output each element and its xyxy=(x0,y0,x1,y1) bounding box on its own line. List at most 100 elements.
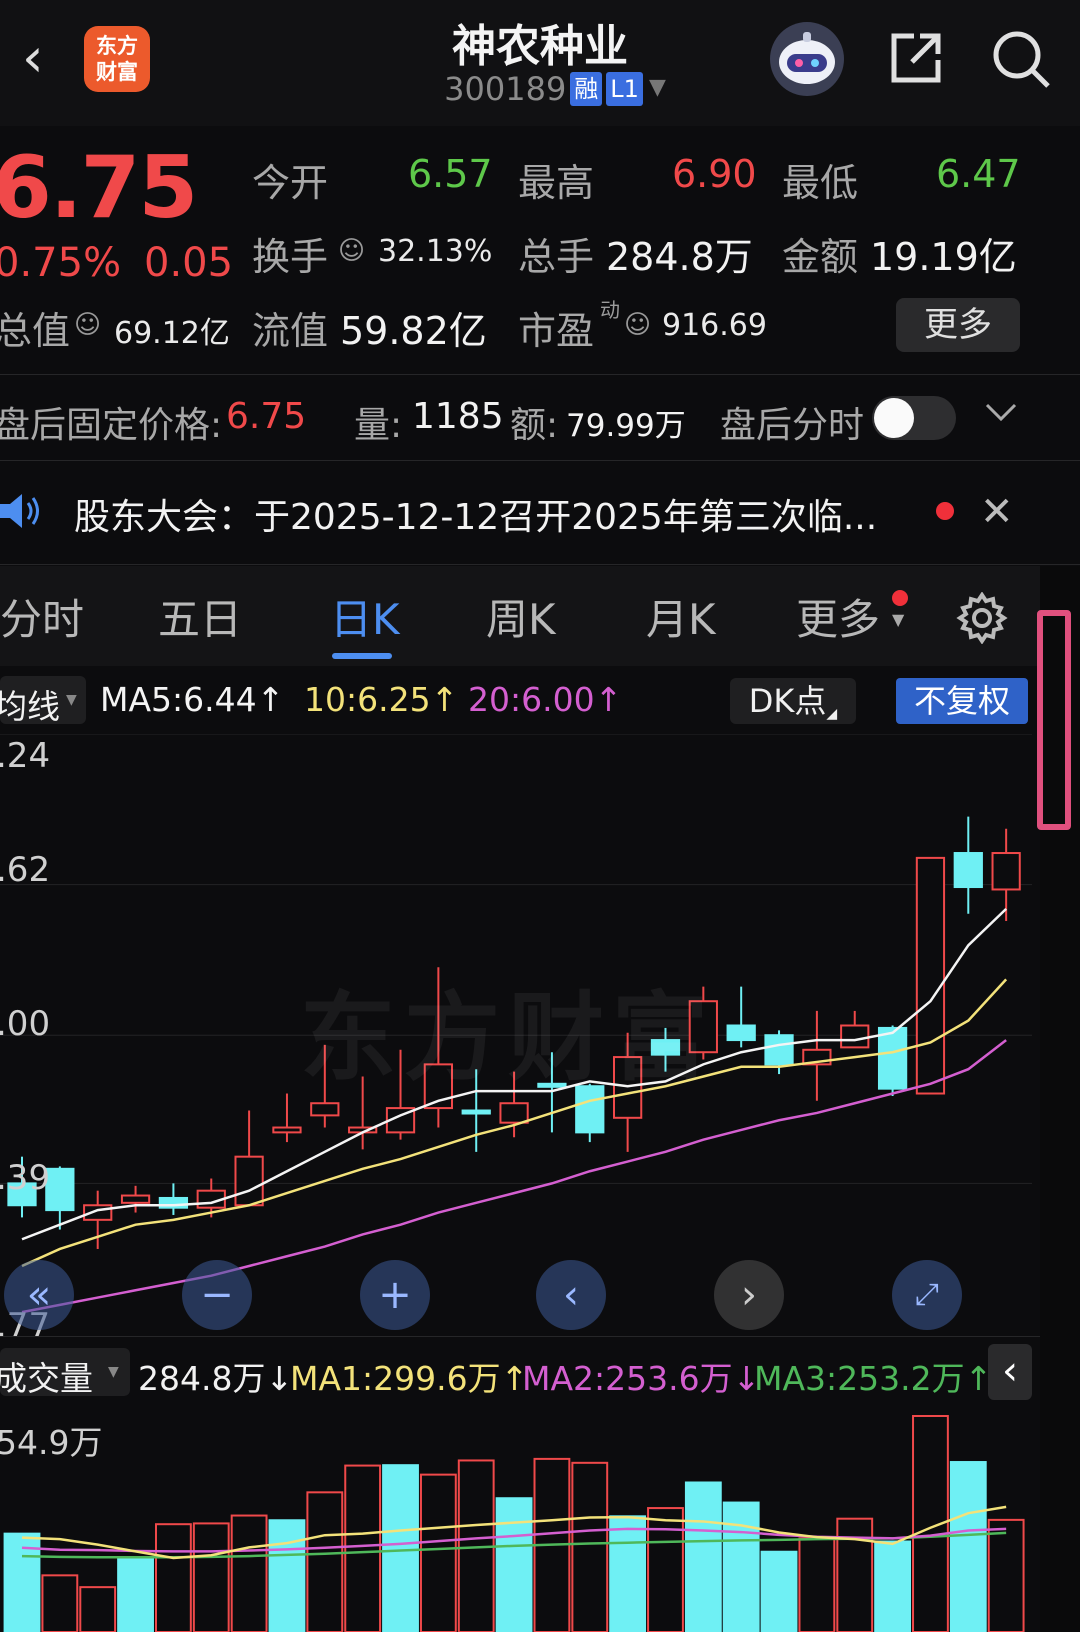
volume-bar xyxy=(760,1550,798,1632)
change-value: 0.05 xyxy=(144,240,234,286)
stock-code-line[interactable]: 300189 融 L1 ▼ xyxy=(390,70,720,108)
candle xyxy=(764,1034,794,1066)
tab-more-dot xyxy=(892,590,908,606)
pe-superscript: 动 xyxy=(600,298,620,322)
after-hours-price: 6.75 xyxy=(226,396,307,437)
candle xyxy=(120,1194,151,1204)
collapse-panel-button[interactable]: ‹ xyxy=(988,1344,1032,1400)
caret-down-icon: ▼ xyxy=(108,1364,119,1380)
amount-value: 19.19亿 xyxy=(870,235,1017,279)
divider xyxy=(0,1336,1040,1337)
chevron-down-icon[interactable] xyxy=(984,400,1018,428)
volume-bar xyxy=(192,1522,230,1632)
float-label: 流值 xyxy=(252,309,329,353)
float-value: 59.82亿 xyxy=(340,309,487,353)
margin-tag: 融 xyxy=(570,72,603,106)
volume-bar xyxy=(154,1523,192,1632)
volume-bar xyxy=(647,1507,684,1632)
unread-dot xyxy=(936,502,954,520)
volume-bar xyxy=(41,1574,79,1632)
info-icon[interactable]: ☺ xyxy=(338,236,365,266)
app-logo[interactable]: 东方 财富 xyxy=(84,26,150,92)
high-label: 最高 xyxy=(518,161,595,205)
volume-bar xyxy=(949,1461,987,1632)
volume-value: 284.8万 xyxy=(606,235,753,279)
divider xyxy=(0,564,1080,565)
volume-bar xyxy=(382,1464,419,1632)
watermark: 东方财富 xyxy=(300,982,716,1094)
stock-code: 300189 xyxy=(444,70,567,108)
stock-name: 神农种业 xyxy=(452,21,628,72)
share-icon[interactable] xyxy=(888,30,944,86)
turnover-label: 换手 xyxy=(252,235,329,279)
zoom-in-icon[interactable]: + xyxy=(360,1260,430,1330)
ma20-value: 20:6.00↑ xyxy=(468,680,623,719)
ma10-value: 10:6.25↑ xyxy=(304,680,459,719)
candle xyxy=(310,1102,340,1117)
next-icon[interactable]: › xyxy=(714,1260,784,1330)
gear-icon[interactable] xyxy=(956,591,1008,648)
volume-label: 总手 xyxy=(518,235,595,279)
speaker-icon xyxy=(0,488,46,538)
zoom-out-icon[interactable]: − xyxy=(182,1260,252,1330)
prev-icon[interactable]: ‹ xyxy=(536,1260,606,1330)
scroll-handle[interactable] xyxy=(1037,610,1071,830)
fullscreen-icon[interactable]: ⤢ xyxy=(892,1260,962,1330)
active-tab-indicator xyxy=(332,653,392,659)
info-icon[interactable]: ☺ xyxy=(74,310,101,340)
open-label: 今开 xyxy=(252,161,329,205)
tab-daily-k[interactable]: 日K xyxy=(330,586,400,647)
candle xyxy=(726,1024,756,1042)
volume-bar xyxy=(419,1473,457,1632)
turnover-value: 32.13% xyxy=(378,234,493,269)
volume-bar xyxy=(344,1464,382,1632)
tab-weekly-k[interactable]: 周K xyxy=(486,586,556,647)
volume-bar xyxy=(874,1540,912,1632)
mktcap-label: 总值 xyxy=(0,309,71,353)
price-axis-label: .39 xyxy=(0,1158,51,1198)
candle xyxy=(915,856,946,1095)
chevron-left-icon[interactable]: ‹ xyxy=(22,30,62,86)
tab-monthly-k[interactable]: 月K xyxy=(646,586,716,647)
close-icon[interactable]: ✕ xyxy=(980,490,1014,534)
caret-down-icon: ▼ xyxy=(892,610,905,629)
divider xyxy=(0,374,1080,375)
candle xyxy=(840,1024,870,1049)
level-tag: L1 xyxy=(606,72,643,106)
double-left-icon[interactable]: « xyxy=(4,1260,74,1330)
mktcap-value: 69.12亿 xyxy=(114,316,230,351)
candle xyxy=(461,1109,491,1115)
volume-chart[interactable] xyxy=(0,1404,1032,1632)
candle xyxy=(877,1026,908,1090)
search-icon[interactable] xyxy=(990,28,1052,90)
robot-avatar-icon[interactable] xyxy=(770,22,844,96)
notice-text[interactable]: 股东大会：于2025-12-12召开2025年第三次临... xyxy=(74,488,924,540)
ma5-value: MA5:6.44↑ xyxy=(100,680,285,719)
volume-bar xyxy=(79,1586,117,1632)
volume-bar xyxy=(571,1461,609,1632)
volume-bar xyxy=(722,1501,760,1632)
price-axis-label: .24 xyxy=(0,736,51,776)
high-value: 6.90 xyxy=(672,152,757,196)
volume-value: 284.8万↓ xyxy=(138,1359,294,1398)
volume-ma1: MA1:299.6万↑ xyxy=(290,1359,529,1398)
pe-label: 市盈 xyxy=(518,309,595,353)
volume-bar xyxy=(495,1497,533,1632)
volume-indicator-label: 成交量 xyxy=(0,1359,93,1398)
change-percent: 0.75% xyxy=(0,240,122,286)
after-hours-vol-label: 量: xyxy=(354,405,403,446)
tab-five-day[interactable]: 五日 xyxy=(158,586,242,647)
adjust-button[interactable]: 不复权 xyxy=(896,678,1028,724)
amount-label: 金额 xyxy=(782,235,859,279)
dk-point-button[interactable]: DK点◢ xyxy=(730,678,856,724)
volume-bar xyxy=(230,1514,268,1632)
after-hours-label: 盘后固定价格: xyxy=(0,405,223,446)
tab-intraday[interactable]: 分时 xyxy=(0,586,84,647)
more-button[interactable]: 更多 xyxy=(896,298,1020,352)
after-hours-vol: 1185 xyxy=(412,396,504,437)
low-label: 最低 xyxy=(782,161,859,205)
caret-down-icon: ▼ xyxy=(66,692,77,708)
tab-more[interactable]: 更多 xyxy=(796,586,880,647)
info-icon[interactable]: ☺ xyxy=(624,310,651,340)
candle xyxy=(45,1167,75,1212)
